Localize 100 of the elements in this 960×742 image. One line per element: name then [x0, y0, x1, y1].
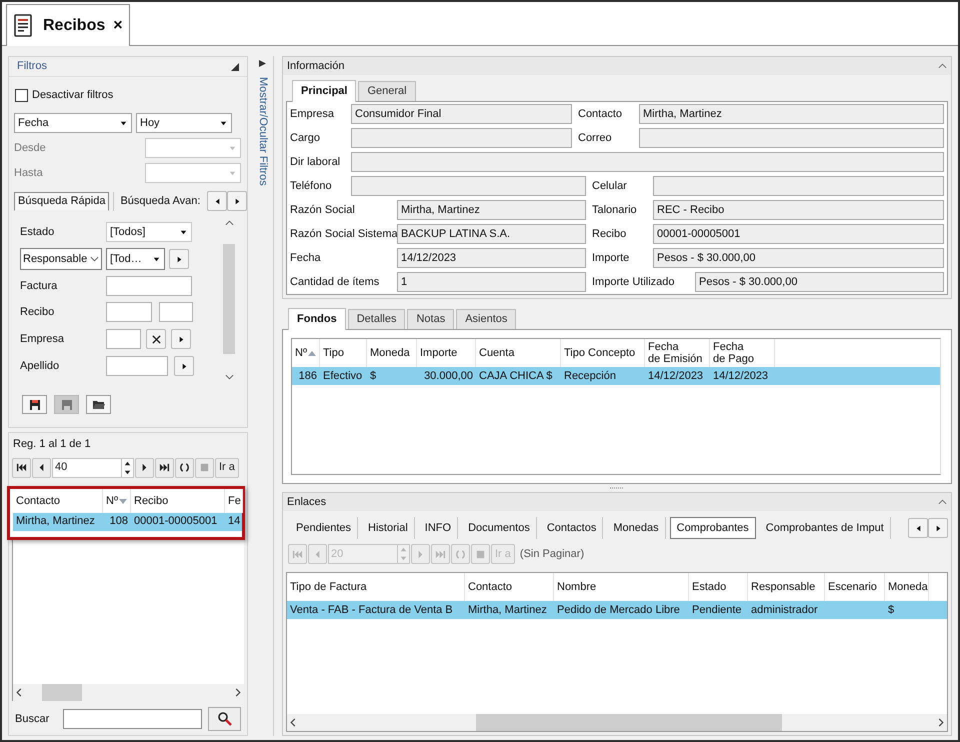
field-label: Empresa	[290, 106, 336, 122]
panel-title: Enlaces	[287, 494, 326, 510]
input-field[interactable]	[159, 302, 193, 322]
text-field[interactable]: REC - Recibo	[653, 200, 944, 220]
next-page-button[interactable]	[135, 458, 154, 478]
close-button[interactable]: ×	[113, 14, 123, 38]
stop-icon	[475, 548, 486, 560]
tab[interactable]: Detalles	[348, 309, 406, 329]
checkbox[interactable]	[15, 88, 28, 102]
text-field[interactable]	[351, 128, 572, 148]
refresh-icon	[455, 548, 466, 560]
text-field[interactable]	[639, 128, 944, 148]
text-field[interactable]	[351, 152, 944, 172]
text-field[interactable]: 14/12/2023	[397, 248, 586, 268]
right-arrow-icon	[180, 362, 188, 370]
lookup-button[interactable]	[171, 329, 191, 349]
first-page-button[interactable]	[12, 458, 31, 478]
date-range-dropdown[interactable]: Hoy	[136, 113, 232, 133]
tab[interactable]: Pendientes	[290, 517, 358, 539]
field-label: Empresa	[20, 332, 66, 347]
table-row[interactable]: 186 Efectivo $ 30.000,00 CAJA CHICA $ Recepción 14/12/2023 14/12/2023	[292, 367, 940, 385]
date-picker[interactable]	[145, 138, 241, 158]
first-page-icon	[16, 462, 27, 473]
text-field[interactable]: Mirtha, Martinez	[639, 104, 944, 124]
stop-button[interactable]	[471, 544, 490, 564]
tab[interactable]: Búsqueda Avan:	[113, 192, 204, 210]
tab[interactable]: Contactos	[540, 517, 604, 539]
search-button[interactable]	[208, 707, 241, 731]
search-field[interactable]	[63, 709, 202, 729]
tab[interactable]: Búsqueda Rápida	[14, 192, 110, 210]
scroll-right-button[interactable]	[928, 518, 948, 538]
field-label: Cantidad de ítems	[290, 274, 380, 290]
tab[interactable]: Comprobantes	[670, 517, 756, 539]
save-as-button[interactable]	[54, 395, 79, 414]
text-field[interactable]: Consumidor Final	[351, 104, 572, 124]
table-cell: $	[888, 604, 894, 616]
chevron-up-icon	[224, 220, 234, 226]
table-cell: Efectivo	[323, 370, 362, 382]
save-button[interactable]	[22, 395, 47, 414]
tab[interactable]: General	[358, 81, 416, 101]
tab[interactable]: Fondos	[288, 308, 346, 330]
close-icon	[152, 334, 160, 344]
text-field[interactable]: 00001-00005001	[653, 224, 944, 244]
scroll-left-button[interactable]	[207, 191, 228, 211]
tab[interactable]: Asientos	[456, 309, 516, 329]
tab[interactable]: Monedas	[607, 517, 666, 539]
down-arrow-icon	[119, 118, 128, 128]
responsible-dropdown[interactable]: [Tod…	[106, 248, 165, 270]
scroll-left-button[interactable]	[908, 518, 928, 538]
field-selector[interactable]: Responsable	[20, 248, 102, 270]
tab[interactable]: Notas	[407, 309, 454, 329]
table-row[interactable]: Venta - FAB - Factura de Venta B Mirtha, Martinez Pedido de Mercado Libre Pendiente administrador $	[287, 601, 947, 619]
field-label: Factura	[20, 278, 58, 294]
input-field[interactable]	[106, 302, 152, 322]
previous-page-button[interactable]	[32, 458, 51, 478]
scrollbar[interactable]	[13, 684, 244, 701]
down-arrow-icon	[179, 228, 188, 236]
scroll-right-button[interactable]	[227, 191, 248, 211]
input-field[interactable]	[106, 329, 141, 349]
text-field[interactable]: Pesos - $ 30.000,00	[695, 272, 944, 292]
table-cell: Venta - FAB - Factura de Venta B	[290, 604, 453, 616]
text-field[interactable]	[351, 176, 586, 196]
down-arrow-icon	[123, 468, 132, 476]
last-page-button[interactable]	[155, 458, 174, 478]
date-picker[interactable]	[145, 163, 241, 183]
field-label: Estado	[20, 224, 56, 240]
tab[interactable]: Principal	[292, 80, 356, 102]
refresh-icon	[179, 462, 190, 473]
field-label: Fecha	[290, 250, 322, 266]
text-field[interactable]: Pesos - $ 30.000,00	[653, 248, 944, 268]
text-field[interactable]: 1	[397, 272, 586, 292]
search-icon	[216, 711, 232, 727]
field-label: Correo	[578, 130, 613, 146]
tab[interactable]: Comprobantes de Imput	[760, 517, 891, 539]
table-row[interactable]: Mirtha, Martinez 108 00001-00005001 14	[13, 512, 242, 530]
status-dropdown[interactable]: [Todos]	[106, 222, 192, 242]
date-field-dropdown[interactable]: Fecha	[14, 113, 132, 133]
lookup-button[interactable]	[174, 356, 194, 376]
tab[interactable]: INFO	[418, 517, 458, 539]
close-button[interactable]	[146, 329, 166, 349]
go-to-button[interactable]: Ir a	[215, 458, 239, 478]
tab[interactable]: Historial	[362, 517, 415, 539]
text-field[interactable]: BACKUP LATINA S.A.	[397, 224, 586, 244]
input-field[interactable]	[106, 356, 168, 376]
toggle-filters-button[interactable]: Mostrar/Ocultar Filtros	[254, 77, 271, 186]
down-arrow-icon	[228, 144, 237, 152]
input-field[interactable]	[106, 276, 192, 296]
document-tab[interactable]: Recibos ×	[6, 4, 130, 46]
receipt-icon	[13, 14, 35, 38]
text-field[interactable]	[653, 176, 944, 196]
text-field[interactable]: Mirtha, Martinez	[397, 200, 586, 220]
lookup-button[interactable]	[169, 249, 189, 269]
table-cell: 14	[228, 515, 240, 528]
scrollbar[interactable]	[287, 714, 947, 731]
open-button[interactable]	[86, 395, 111, 414]
search-label: Buscar	[15, 712, 50, 727]
refresh-button[interactable]	[175, 458, 194, 478]
page-size-spinner[interactable]: 40	[52, 458, 134, 478]
tab[interactable]: Documentos	[462, 517, 537, 539]
field-label: Contacto	[578, 106, 624, 122]
